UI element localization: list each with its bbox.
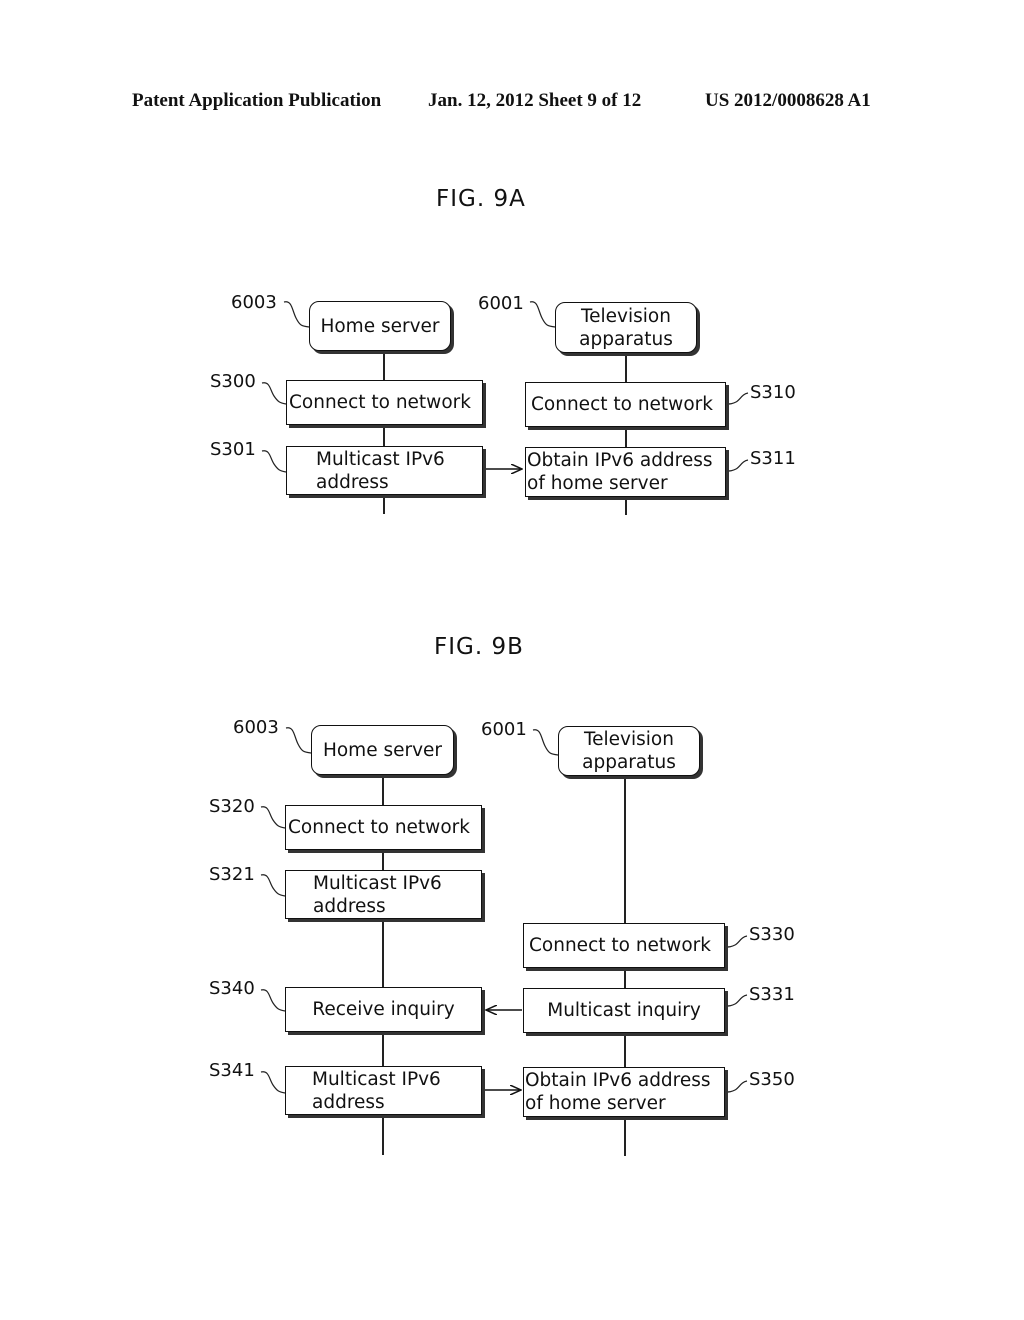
leader-s341 — [260, 1071, 286, 1094]
step-s341-box: Multicast IPv6 address — [285, 1066, 482, 1115]
ref-s341: S341 — [209, 1060, 255, 1081]
leader-s340 — [260, 989, 286, 1012]
leader-6001-b — [532, 729, 559, 756]
ref-s311: S311 — [750, 448, 796, 469]
step-label-line2: address — [312, 1091, 385, 1113]
step-s321-box: Multicast IPv6 address — [285, 870, 482, 919]
leader-s331 — [725, 994, 748, 1007]
step-s340-box: Receive inquiry — [285, 987, 482, 1032]
entity-label: Home server — [320, 315, 440, 337]
step-label-line2: address — [316, 471, 389, 493]
entity-home-server-9b: Home server — [311, 725, 454, 775]
step-label-line2: address — [313, 895, 386, 917]
entity-label-line2: apparatus — [579, 328, 673, 350]
step-label: Receive inquiry — [312, 999, 455, 1020]
ref-s321: S321 — [209, 864, 255, 885]
ref-s331: S331 — [749, 984, 795, 1005]
leader-s301 — [261, 450, 287, 473]
leader-s311 — [726, 459, 749, 472]
step-label-line1: Multicast IPv6 — [312, 1068, 441, 1090]
step-s301-box: Multicast IPv6 address — [286, 446, 483, 495]
leader-s310 — [726, 392, 749, 405]
entity-television-9b: Television apparatus — [558, 726, 700, 776]
entity-label-line1: Television — [584, 729, 674, 750]
leader-s320 — [260, 806, 286, 829]
step-label: Connect to network — [529, 935, 711, 956]
step-s311-box: Obtain IPv6 address of home server — [525, 447, 726, 497]
entity-label-line2: apparatus — [582, 752, 676, 773]
leader-s300 — [261, 382, 287, 405]
leader-s321 — [260, 874, 286, 897]
figure-title-9b: FIG. 9B — [434, 634, 524, 660]
leader-6003-b — [285, 727, 312, 754]
step-label-line1: Multicast IPv6 — [313, 872, 442, 894]
ref-6001-9a: 6001 — [478, 293, 524, 314]
step-label-line1: Obtain IPv6 address — [527, 450, 713, 471]
entity-label: Home server — [322, 739, 443, 761]
ref-6003-9b: 6003 — [233, 717, 279, 738]
step-label-line2: of home server — [527, 473, 668, 494]
step-s310-box: Connect to network — [525, 382, 726, 427]
leader-6001-a — [529, 301, 556, 328]
ref-s320: S320 — [209, 796, 255, 817]
step-s300-box: Connect to network — [286, 380, 483, 425]
ref-6001-9b: 6001 — [481, 719, 527, 740]
leader-6003-a — [283, 301, 310, 328]
ref-6003-9a: 6003 — [231, 292, 277, 313]
ref-s340: S340 — [209, 978, 255, 999]
step-label: Connect to network — [288, 817, 470, 838]
leader-s350 — [725, 1080, 748, 1093]
step-s350-box: Obtain IPv6 address of home server — [523, 1067, 725, 1117]
step-label: Multicast inquiry — [547, 1000, 701, 1021]
figure-title-9a: FIG. 9A — [436, 186, 526, 212]
step-s320-box: Connect to network — [285, 805, 482, 850]
entity-label-line1: Television — [581, 305, 671, 327]
step-label: Connect to network — [531, 394, 713, 415]
step-s330-box: Connect to network — [523, 923, 725, 968]
ref-s301: S301 — [210, 439, 256, 460]
step-label-line1: Obtain IPv6 address — [525, 1070, 711, 1091]
entity-home-server-9a: Home server — [309, 301, 451, 351]
ref-s310: S310 — [750, 382, 796, 403]
ref-s350: S350 — [749, 1069, 795, 1090]
step-label-line2: of home server — [525, 1093, 666, 1114]
ref-s300: S300 — [210, 371, 256, 392]
step-label-line1: Multicast IPv6 — [316, 448, 445, 470]
step-label: Connect to network — [289, 392, 471, 413]
step-s331-box: Multicast inquiry — [523, 988, 725, 1033]
entity-television-9a: Television apparatus — [555, 302, 697, 353]
leader-s330 — [725, 935, 748, 948]
ref-s330: S330 — [749, 924, 795, 945]
